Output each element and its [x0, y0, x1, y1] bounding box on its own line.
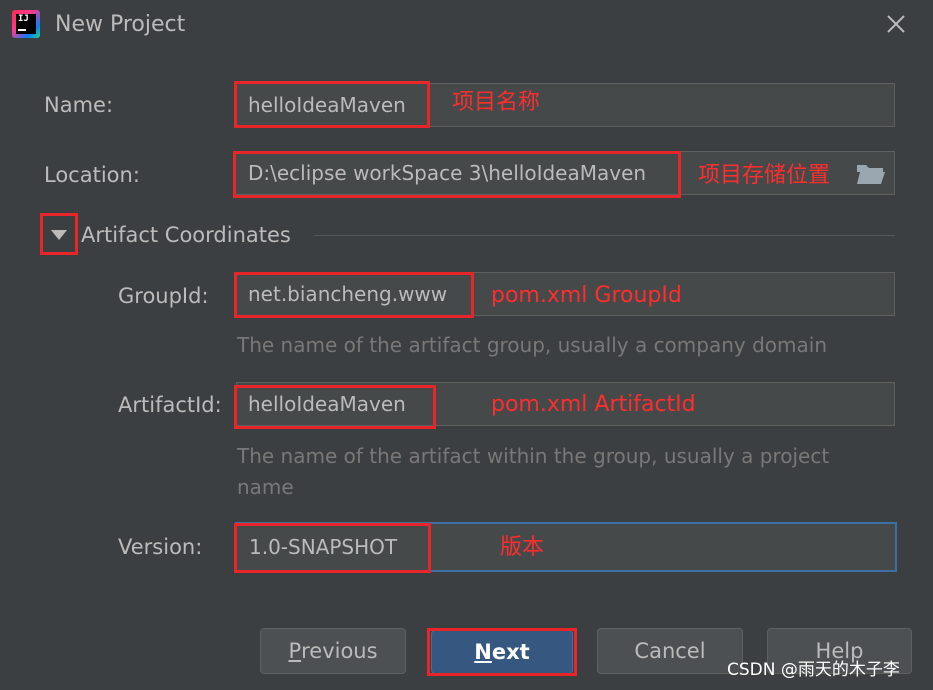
version-label: Version: [118, 535, 203, 559]
location-annotation: 项目存储位置 [698, 163, 831, 188]
name-annotation: 项目名称 [452, 90, 541, 115]
artifactid-hint-line2: name [237, 475, 294, 499]
artifactid-annotation: pom.xml ArtifactId [491, 392, 696, 417]
location-label: Location: [44, 163, 140, 187]
groupid-highlight-box [234, 272, 474, 318]
cancel-button[interactable]: Cancel [597, 628, 743, 674]
artifactid-highlight-box [234, 385, 436, 429]
previous-button[interactable]: Previous [260, 628, 406, 674]
title-bar: IJ New Project [0, 0, 933, 50]
groupid-label: GroupId: [118, 284, 209, 308]
name-highlight-box [234, 81, 430, 128]
groupid-hint: The name of the artifact group, usually … [237, 333, 827, 357]
location-highlight-box [233, 151, 681, 198]
next-highlight-box [427, 628, 577, 676]
artifactid-hint-line1: The name of the artifact within the grou… [237, 444, 830, 468]
intellij-app-icon: IJ [12, 10, 40, 38]
version-highlight-box [234, 523, 431, 573]
window-title: New Project [55, 12, 186, 37]
csdn-watermark: CSDN @雨天的木子李 [727, 660, 900, 680]
close-icon[interactable] [880, 8, 912, 40]
version-annotation: 版本 [500, 535, 545, 560]
section-title[interactable]: Artifact Coordinates [81, 220, 291, 250]
artifactid-label: ArtifactId: [118, 393, 222, 417]
groupid-annotation: pom.xml GroupId [491, 283, 682, 308]
section-divider [314, 235, 895, 236]
name-label: Name: [44, 93, 114, 117]
folder-icon[interactable] [856, 162, 886, 186]
collapse-triangle-icon[interactable] [51, 230, 67, 240]
